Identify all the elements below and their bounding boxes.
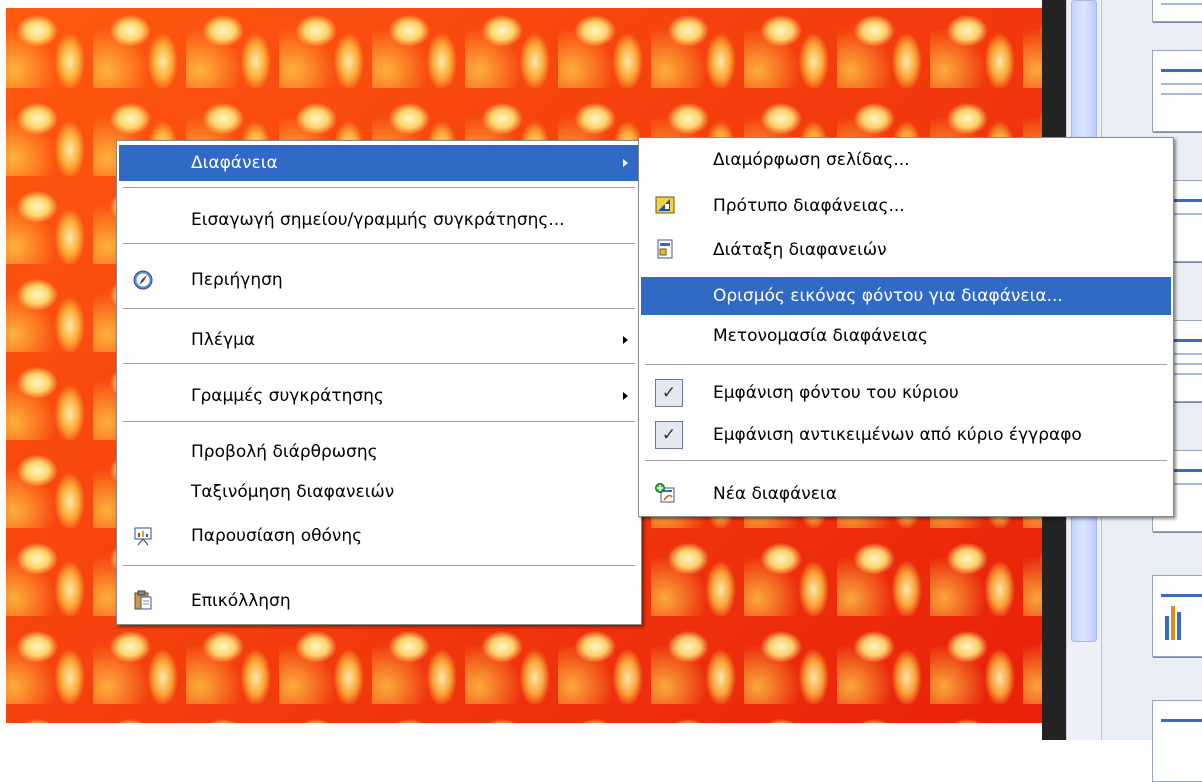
menu-item-label: Πρότυπο διαφάνειας...	[713, 196, 905, 216]
submenu-item-page-setup[interactable]: Διαμόρφωση σελίδας...	[641, 142, 1171, 178]
menu-item-label: Γραμμές συγκράτησης	[191, 386, 384, 406]
menu-item-label: Επικόλληση	[191, 591, 291, 611]
menu-item-paste[interactable]: Επικόλληση	[119, 583, 639, 619]
menu-item-label: Περιήγηση	[191, 270, 283, 290]
submenu-item-new-slide[interactable]: Νέα διαφάνεια	[641, 476, 1171, 512]
menu-item-slide-sorter[interactable]: Ταξινόμηση διαφανειών	[119, 474, 639, 510]
canvas-margin	[0, 723, 1042, 740]
submenu-item-slide-design[interactable]: Πρότυπο διαφάνειας...	[641, 188, 1171, 224]
submenu-arrow-icon	[623, 159, 628, 167]
menu-item-navigator[interactable]: Περιήγηση	[119, 262, 639, 298]
menu-item-label: Διαμόρφωση σελίδας...	[713, 150, 910, 170]
menu-item-label: Ταξινόμηση διαφανειών	[191, 482, 395, 502]
menu-separator	[123, 565, 635, 566]
submenu-item-show-master-objects[interactable]: ✓ Εμφάνιση αντικειμένων από κύριο έγγραφ…	[641, 417, 1171, 453]
menu-item-label: Εισαγωγή σημείου/γραμμής συγκράτησης...	[191, 210, 565, 230]
menu-item-label: Ορισμός εικόνας φόντου για διαφάνεια...	[713, 286, 1063, 306]
menu-item-label: Εμφάνιση αντικειμένων από κύριο έγγραφο	[713, 425, 1082, 445]
checkmark-icon: ✓	[655, 379, 683, 407]
canvas-margin	[0, 0, 1042, 8]
submenu-arrow-icon	[623, 392, 628, 400]
slide-thumbnail[interactable]	[1152, 50, 1202, 132]
menu-item-label: Προβολή διάρθρωσης	[191, 442, 378, 462]
menu-item-label: Διάταξη διαφανειών	[713, 240, 887, 260]
slide-thumbnail[interactable]	[1152, 700, 1202, 782]
new-slide-icon	[655, 483, 675, 503]
menu-separator	[645, 460, 1167, 461]
menu-item-label: Διαφάνεια	[191, 153, 278, 173]
context-menu: Διαφάνεια Εισαγωγή σημείου/γραμμής συγκρ…	[116, 140, 642, 625]
menu-separator	[123, 421, 635, 422]
slideshow-presentation-icon	[134, 527, 152, 546]
slide-design-icon	[655, 196, 675, 214]
menu-separator	[645, 364, 1167, 365]
slide-submenu: Διαμόρφωση σελίδας... Πρότυπο διαφάνειας…	[638, 137, 1174, 517]
checkmark-icon: ✓	[655, 421, 683, 449]
submenu-arrow-icon	[623, 336, 628, 344]
menu-item-label: Παρουσίαση οθόνης	[191, 526, 363, 546]
menu-item-slide[interactable]: Διαφάνεια	[119, 145, 639, 181]
menu-item-label: Πλέγμα	[191, 330, 256, 350]
menu-separator	[123, 187, 635, 188]
menu-separator	[123, 308, 635, 309]
menu-item-snap-lines[interactable]: Γραμμές συγκράτησης	[119, 378, 639, 414]
slide-thumbnail[interactable]	[1152, 575, 1202, 657]
menu-item-insert-snap-point[interactable]: Εισαγωγή σημείου/γραμμής συγκράτησης...	[119, 202, 639, 238]
submenu-item-set-background-image[interactable]: Ορισμός εικόνας φόντου για διαφάνεια...	[641, 277, 1171, 315]
paste-clipboard-icon	[134, 590, 152, 610]
submenu-item-rename-slide[interactable]: Μετονομασία διαφάνειας	[641, 318, 1171, 354]
menu-item-label: Νέα διαφάνεια	[713, 484, 837, 504]
menu-separator	[123, 243, 635, 244]
menu-item-outline-view[interactable]: Προβολή διάρθρωσης	[119, 434, 639, 470]
menu-item-label: Εμφάνιση φόντου του κύριου	[713, 383, 959, 403]
submenu-item-slide-layout[interactable]: Διάταξη διαφανειών	[641, 232, 1171, 268]
menu-separator	[123, 363, 635, 364]
slide-thumbnail[interactable]	[1152, 0, 1202, 22]
canvas-margin	[0, 0, 6, 740]
navigator-compass-icon	[133, 270, 153, 290]
menu-item-grid[interactable]: Πλέγμα	[119, 322, 639, 358]
menu-item-label: Μετονομασία διαφάνειας	[713, 326, 928, 346]
menu-item-slideshow[interactable]: Παρουσίαση οθόνης	[119, 518, 639, 554]
submenu-item-show-master-background[interactable]: ✓ Εμφάνιση φόντου του κύριου	[641, 375, 1171, 411]
slide-layout-icon	[657, 239, 673, 259]
